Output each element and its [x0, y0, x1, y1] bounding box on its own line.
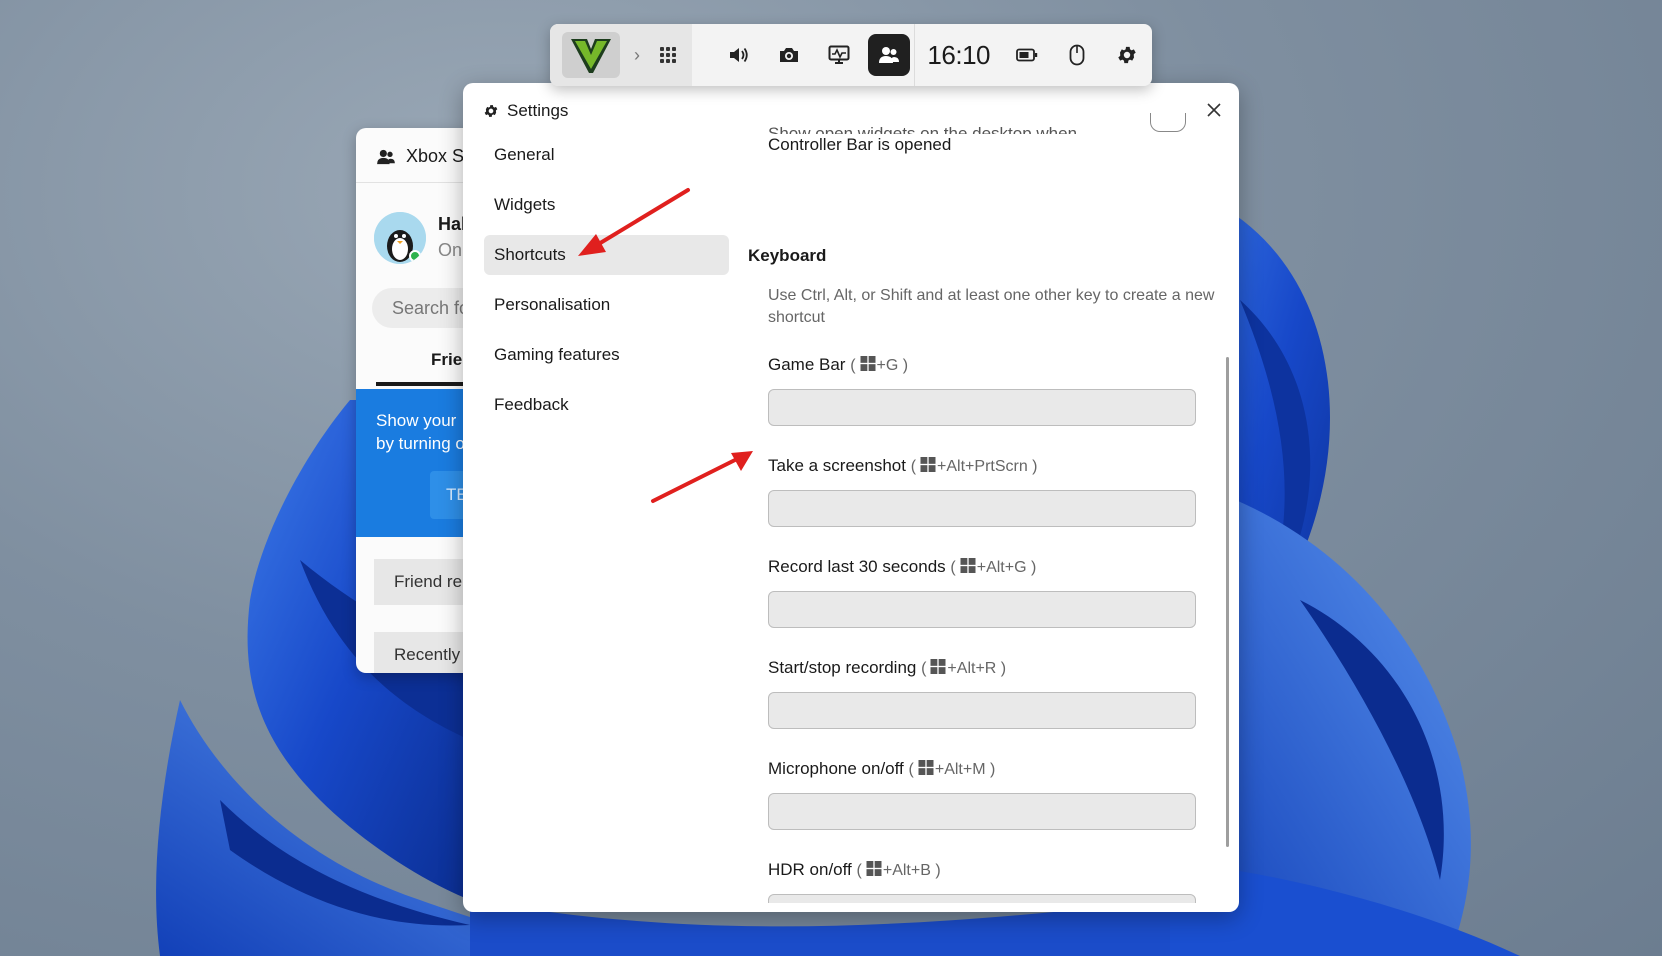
search-input[interactable]: Search fo: [372, 288, 476, 328]
keyboard-description: Use Ctrl, Alt, or Shift and at least one…: [768, 287, 1215, 326]
shortcut-label: Start/stop recording: [768, 658, 917, 677]
shortcut-hint: +Alt+B ): [882, 862, 941, 879]
divider: [356, 182, 476, 183]
social-icon[interactable]: [868, 34, 911, 76]
shortcut-hint: +Alt+R ): [947, 660, 1007, 677]
nav-item-feedback[interactable]: Feedback: [484, 385, 729, 425]
nav-item-personalisation[interactable]: Personalisation: [484, 285, 729, 325]
settings-window: Settings General Widgets Shortcuts Perso…: [463, 83, 1239, 912]
scrollbar[interactable]: [1226, 357, 1229, 847]
promo-line-2: by turning o: [376, 434, 465, 453]
shortcut-microphone-on-off: Microphone on/off (+Alt+M ): [768, 759, 1198, 830]
performance-icon[interactable]: [818, 34, 860, 76]
windows-key-icon: [960, 558, 976, 573]
windows-key-icon: [920, 457, 936, 472]
clipped-option-text: Show open widgets on the desktop when: [768, 124, 1078, 134]
shortcut-label: Game Bar: [768, 355, 846, 374]
shortcut-hint: +Alt+M ): [934, 761, 996, 778]
clock-time: 16:10: [927, 39, 990, 70]
shortcut-input[interactable]: [768, 490, 1196, 527]
windows-key-icon: [930, 659, 946, 674]
avatar[interactable]: [374, 212, 426, 264]
list-item-friend-requests[interactable]: Friend re: [374, 559, 476, 605]
toggle-switch[interactable]: [1150, 113, 1186, 132]
settings-gear-icon: [484, 105, 498, 117]
shortcut-hint: +Alt+G ): [976, 559, 1037, 576]
promo-line-1: Show your: [376, 411, 457, 430]
nav-item-widgets[interactable]: Widgets: [484, 185, 729, 225]
windows-key-icon: [860, 356, 876, 371]
xbox-social-window: Xbox Sc Hal On Search fo Frier Show your…: [356, 128, 476, 673]
nav-item-gaming-features[interactable]: Gaming features: [484, 335, 729, 375]
shortcut-input[interactable]: [768, 692, 1196, 729]
shortcut-input[interactable]: [768, 591, 1196, 628]
shortcut-take-screenshot: Take a screenshot (+Alt+PrtScrn ): [768, 456, 1198, 527]
settings-content: Show open widgets on the desktop when Co…: [748, 113, 1218, 903]
mouse-icon[interactable]: [1056, 34, 1098, 76]
game-bar-widgets: [692, 24, 914, 86]
nav-item-general[interactable]: General: [484, 135, 729, 175]
user-name: Hal: [438, 214, 467, 234]
battery-icon[interactable]: [1006, 34, 1048, 76]
game-bar-widget-menu: › 16:10: [550, 24, 1152, 86]
xbox-social-title: Xbox Sc: [376, 146, 473, 167]
tab-active-indicator: [376, 382, 476, 386]
widget-menu-icon[interactable]: [660, 47, 676, 63]
friends-icon: [377, 149, 395, 164]
camera-icon[interactable]: [768, 34, 810, 76]
shortcut-start-stop-recording: Start/stop recording (+Alt+R ): [768, 658, 1198, 729]
list-item-recently[interactable]: Recently: [374, 632, 476, 673]
shortcut-label: Record last 30 seconds: [768, 557, 946, 576]
shortcut-hint: +G ): [876, 357, 909, 374]
clipped-option-text-line2: Controller Bar is opened: [768, 135, 952, 154]
shortcut-record-last-30-seconds: Record last 30 seconds (+Alt+G ): [768, 557, 1198, 628]
chevron-right-icon[interactable]: ›: [634, 45, 640, 66]
shortcut-input[interactable]: [768, 793, 1196, 830]
volume-icon[interactable]: [718, 34, 760, 76]
keyboard-section-title: Keyboard: [748, 246, 827, 265]
game-logo-icon[interactable]: [562, 32, 620, 78]
settings-nav: General Widgets Shortcuts Personalisatio…: [484, 135, 729, 435]
settings-title: Settings: [483, 101, 568, 121]
nav-item-shortcuts[interactable]: Shortcuts: [484, 235, 729, 275]
windows-key-icon: [918, 760, 934, 775]
shortcut-hdr-on-off: HDR on/off (+Alt+B ): [768, 860, 1198, 903]
shortcut-hint: +Alt+PrtScrn ): [937, 458, 1038, 475]
shortcut-input[interactable]: [768, 389, 1196, 426]
user-status: On: [438, 240, 463, 260]
shortcut-input[interactable]: [768, 894, 1196, 903]
widgets-option-label: Show open widgets on the desktop when Co…: [768, 123, 1077, 155]
settings-title-text: Settings: [507, 101, 569, 120]
shortcut-game-bar: Game Bar (+G ): [768, 355, 1198, 426]
promo-banner: Show your by turning o TE: [356, 389, 476, 537]
shortcut-label: Take a screenshot: [768, 456, 906, 475]
windows-key-icon: [866, 861, 882, 876]
shortcut-label: HDR on/off: [768, 860, 852, 879]
game-bar-status: [1002, 24, 1152, 86]
settings-gear-icon[interactable]: [1106, 34, 1148, 76]
shortcut-label: Microphone on/off: [768, 759, 904, 778]
game-bar-home-section: ›: [550, 24, 693, 86]
